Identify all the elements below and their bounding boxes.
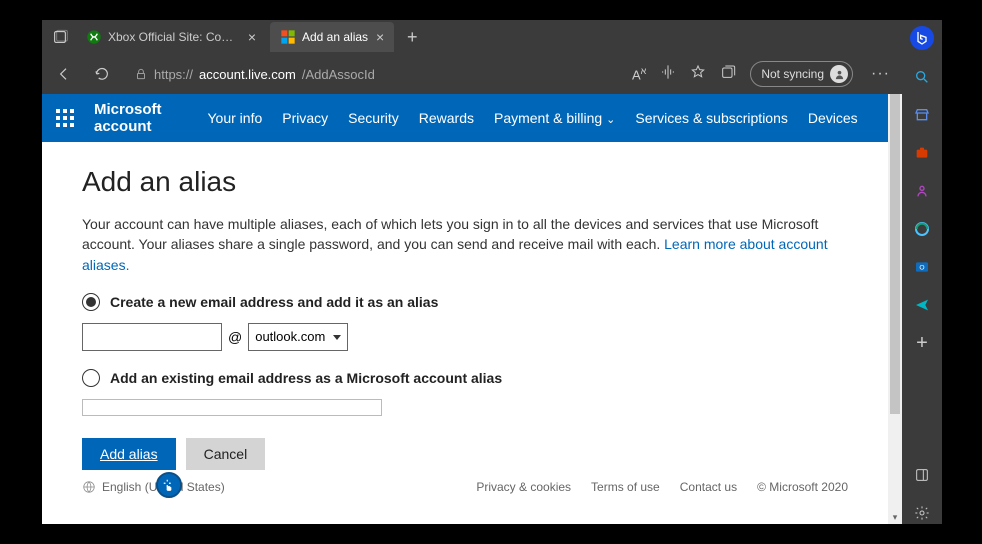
option-label: Create a new email address and add it as… [110,294,438,310]
xbox-favicon [86,29,102,45]
brand-label[interactable]: Microsoft account [94,101,162,135]
bing-chat-icon[interactable] [910,26,934,50]
ms-account-nav: Microsoft account Your info Privacy Secu… [42,94,888,142]
new-email-input[interactable] [82,323,222,351]
nav-services[interactable]: Services & subscriptions [635,110,788,126]
option-label: Add an existing email address as a Micro… [110,370,502,386]
domain-select[interactable]: outlook.com [248,323,348,351]
collections-icon[interactable] [720,64,736,85]
back-button[interactable] [50,60,78,88]
ms-favicon [280,29,296,45]
more-menu-button[interactable]: ··· [867,65,894,83]
edge-sidebar: O + [902,20,942,524]
profile-sync-button[interactable]: Not syncing [750,61,853,87]
toolbar: https:// account.live.com/AddAssocId Aא N… [42,54,902,94]
app-launcher-icon[interactable] [56,109,74,127]
svg-text:O: O [919,265,924,272]
url-host: account.live.com [199,67,296,82]
tab-strip: Xbox Official Site: Consoles, Ga × Add a… [42,20,902,54]
sync-label: Not syncing [761,67,824,81]
games-icon[interactable] [911,180,933,202]
search-icon[interactable] [911,66,933,88]
add-alias-button[interactable]: Add alias [82,438,176,470]
refresh-button[interactable] [88,60,116,88]
shopping-icon[interactable] [911,104,933,126]
url-scheme: https:// [154,67,193,82]
radio-selected-icon [82,293,100,311]
existing-email-input[interactable] [82,399,382,416]
page-viewport: Microsoft account Your info Privacy Secu… [42,94,902,524]
chevron-down-icon: ⌄ [606,114,615,126]
page-footer: English (United States) Privacy & cookie… [82,470,848,494]
tab-actions-icon[interactable] [48,25,72,49]
scroll-thumb[interactable] [890,94,900,414]
footer-privacy[interactable]: Privacy & cookies [476,480,571,494]
nav-security[interactable]: Security [348,110,399,126]
page-description: Your account can have multiple aliases, … [82,214,848,275]
radio-unselected-icon [82,369,100,387]
nav-devices[interactable]: Devices [808,110,858,126]
footer-copyright: © Microsoft 2020 [757,480,848,494]
browser-window: Xbox Official Site: Consoles, Ga × Add a… [42,20,942,524]
footer-terms[interactable]: Terms of use [591,480,660,494]
tab-xbox[interactable]: Xbox Official Site: Consoles, Ga × [76,22,266,52]
url-path: /AddAssocId [302,67,375,82]
at-symbol: @ [228,329,242,345]
send-icon[interactable] [911,294,933,316]
outlook-icon[interactable]: O [911,256,933,278]
add-sidebar-button[interactable]: + [916,332,928,355]
nav-payment-billing[interactable]: Payment & billing⌄ [494,110,615,126]
close-icon[interactable]: × [376,30,384,44]
footer-contact[interactable]: Contact us [680,480,737,494]
scroll-down-icon[interactable]: ▾ [888,510,902,524]
lock-icon [134,67,148,81]
profile-avatar-icon [830,65,848,83]
close-icon[interactable]: × [248,30,256,44]
address-bar[interactable]: https:// account.live.com/AddAssocId [126,60,622,88]
tools-icon[interactable] [911,142,933,164]
option-create-new[interactable]: Create a new email address and add it as… [82,293,848,311]
page-content: Add an alias Your account can have multi… [42,142,888,524]
settings-icon[interactable] [911,502,933,524]
text-size-icon[interactable]: Aא [632,66,646,82]
nav-rewards[interactable]: Rewards [419,110,474,126]
vertical-scrollbar[interactable]: ▾ [888,94,902,524]
sidebar-toggle-icon[interactable] [911,464,933,486]
locale-label[interactable]: English (United States) [102,480,225,494]
read-aloud-icon[interactable] [660,64,676,85]
nav-privacy[interactable]: Privacy [282,110,328,126]
tab-label: Add an alias [302,30,368,44]
tab-label: Xbox Official Site: Consoles, Ga [108,30,240,44]
page-title: Add an alias [82,166,848,198]
nav-your-info[interactable]: Your info [208,110,263,126]
tab-add-alias[interactable]: Add an alias × [270,22,394,52]
cancel-button[interactable]: Cancel [186,438,266,470]
globe-icon [82,480,96,494]
new-tab-button[interactable]: + [398,23,426,51]
favorites-icon[interactable] [690,64,706,85]
option-existing-email[interactable]: Add an existing email address as a Micro… [82,369,848,387]
edge-icon[interactable] [911,218,933,240]
